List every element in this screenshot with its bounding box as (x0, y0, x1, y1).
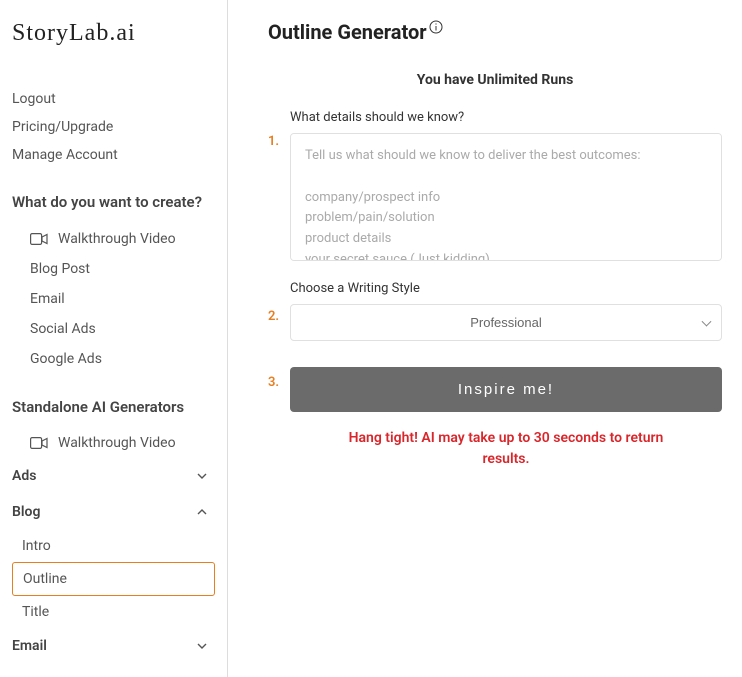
nav-walkthrough-label: Walkthrough Video (58, 231, 176, 247)
chevron-up-icon (195, 505, 209, 519)
video-camera-icon (30, 233, 48, 245)
nav-logout[interactable]: Logout (12, 85, 215, 113)
nav-email[interactable]: Email (12, 284, 215, 314)
step-number-3: 3. (268, 367, 290, 390)
section-create-title: What do you want to create? (12, 191, 215, 214)
nav-google-ads[interactable]: Google Ads (12, 344, 215, 374)
details-label: What details should we know? (290, 110, 722, 125)
chevron-down-icon (195, 639, 209, 653)
blog-intro[interactable]: Intro (12, 530, 215, 562)
main-content: Outline Generator You have Unlimited Run… (228, 0, 742, 677)
nav-walkthrough-video[interactable]: Walkthrough Video (12, 224, 215, 254)
step-number-2: 2. (268, 281, 290, 324)
group-email[interactable]: Email (12, 628, 215, 664)
group-ads[interactable]: Ads (12, 458, 215, 494)
logo: StoryLab.ai (12, 20, 215, 47)
wait-message: Hang tight! AI may take up to 30 seconds… (290, 428, 722, 470)
info-icon[interactable] (429, 19, 443, 33)
nav-manage-account[interactable]: Manage Account (12, 141, 215, 169)
section-standalone-title: Standalone AI Generators (12, 396, 215, 419)
details-textarea[interactable] (290, 133, 722, 261)
group-blog[interactable]: Blog (12, 494, 215, 530)
video-camera-icon (30, 437, 48, 449)
chevron-down-icon (195, 469, 209, 483)
nav-blog-post[interactable]: Blog Post (12, 254, 215, 284)
step-number-1: 1. (268, 110, 290, 149)
blog-outline[interactable]: Outline (12, 562, 215, 596)
nav-pricing-upgrade[interactable]: Pricing/Upgrade (12, 113, 215, 141)
inspire-me-button[interactable]: Inspire me! (290, 367, 722, 412)
writing-style-select[interactable]: Professional (290, 304, 722, 341)
nav-social-ads[interactable]: Social Ads (12, 314, 215, 344)
runs-subtitle: You have Unlimited Runs (268, 72, 722, 88)
style-label: Choose a Writing Style (290, 281, 722, 296)
nav-standalone-walkthrough[interactable]: Walkthrough Video (12, 428, 215, 458)
sidebar: StoryLab.ai Logout Pricing/Upgrade Manag… (0, 0, 228, 677)
blog-title[interactable]: Title (12, 596, 215, 628)
page-title: Outline Generator (268, 20, 427, 44)
nav-standalone-walkthrough-label: Walkthrough Video (58, 435, 176, 451)
